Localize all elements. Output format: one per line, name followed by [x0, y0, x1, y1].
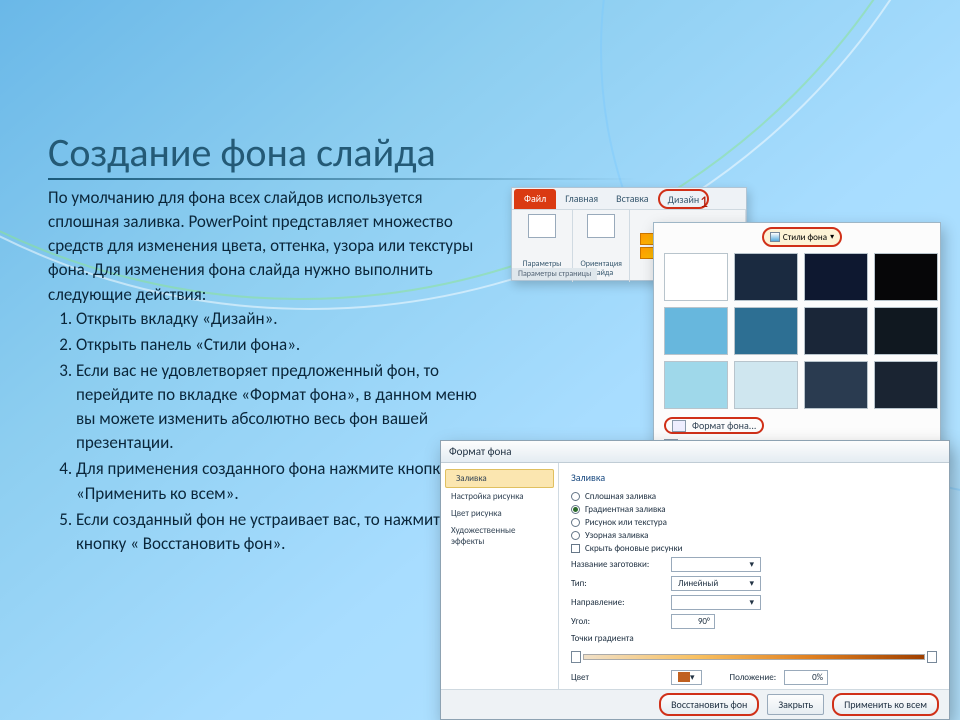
position-spinner[interactable]: 0% [784, 670, 828, 685]
radio-icon [571, 531, 580, 540]
styles-swatch-icon [770, 232, 780, 242]
type-value: Линейный [678, 578, 718, 589]
callout-1: 1 [700, 193, 708, 212]
orientation-icon[interactable] [587, 214, 615, 238]
style-swatch[interactable] [804, 253, 868, 301]
preset-select[interactable]: ▾ [671, 557, 761, 572]
intro-paragraph: По умолчанию для фона всех слайдов испол… [48, 186, 478, 307]
gradient-stop[interactable] [571, 651, 581, 663]
styles-button-label: Стили фона [783, 232, 827, 243]
ribbon-group-caption: Параметры страницы [512, 268, 597, 280]
color-swatch [678, 672, 690, 682]
step-1: Открыть вкладку «Дизайн». [76, 307, 478, 331]
chevron-down-icon: ▾ [749, 597, 754, 608]
title-underline [48, 178, 638, 180]
step-4: Для применения созданного фона нажмите к… [76, 457, 478, 505]
radio-label: Рисунок или текстура [585, 517, 667, 528]
format-background-link[interactable]: Формат фона... [664, 417, 764, 434]
radio-label: Узорная заливка [585, 530, 648, 541]
direction-label: Направление: [571, 597, 663, 608]
format-background-dialog: Формат фона Заливка Настройка рисунка Цв… [440, 440, 950, 720]
gradient-stop[interactable] [927, 651, 937, 663]
dialog-main: Заливка Сплошная заливка Градиентная зали… [559, 463, 949, 703]
page-params-icon[interactable] [528, 214, 556, 238]
tab-home[interactable]: Главная [556, 188, 607, 209]
preset-label: Название заготовки: [571, 559, 663, 570]
type-label: Тип: [571, 578, 663, 589]
fill-radio-1[interactable]: Градиентная заливка [571, 503, 937, 516]
nav-picture-corrections[interactable]: Настройка рисунка [441, 488, 558, 505]
step-2: Открыть панель «Стили фона». [76, 333, 478, 357]
style-swatch[interactable] [664, 361, 728, 409]
steps-list: Открыть вкладку «Дизайн». Открыть панель… [48, 307, 478, 556]
chevron-down-icon: ▾ [749, 578, 754, 589]
nav-fill[interactable]: Заливка [445, 469, 554, 488]
apply-all-button[interactable]: Применить ко всем [832, 693, 939, 716]
style-swatch[interactable] [804, 307, 868, 355]
ribbon-tabs: Файл Главная Вставка Дизайн [512, 188, 746, 210]
checkbox-icon [571, 544, 580, 553]
dialog-footer: Восстановить фон Закрыть Применить ко вс… [441, 689, 949, 719]
direction-select[interactable]: ▾ [671, 595, 761, 610]
style-swatch[interactable] [664, 307, 728, 355]
style-swatch[interactable] [874, 361, 938, 409]
step-5: Если созданный фон не устраивает вас, то… [76, 508, 478, 556]
styles-grid [664, 253, 938, 409]
radio-label: Градиентная заливка [585, 504, 666, 515]
step-3: Если вас не удовлетворяет предложенный ф… [76, 359, 478, 456]
gradient-bar[interactable] [583, 654, 925, 660]
hide-bg-label: Скрыть фоновые рисунки [585, 543, 683, 554]
radio-label: Сплошная заливка [585, 491, 656, 502]
section-title: Заливка [571, 471, 937, 484]
dialog-nav: Заливка Настройка рисунка Цвет рисунка Х… [441, 463, 559, 703]
style-swatch[interactable] [874, 307, 938, 355]
type-select[interactable]: Линейный ▾ [671, 576, 761, 591]
nav-picture-color[interactable]: Цвет рисунка [441, 505, 558, 522]
chevron-down-icon: ▾ [690, 672, 695, 683]
radio-icon [571, 492, 580, 501]
radio-icon [571, 505, 580, 514]
dialog-title: Формат фона [441, 441, 949, 463]
style-swatch[interactable] [734, 361, 798, 409]
chevron-down-icon: ▾ [749, 559, 754, 570]
body-text: По умолчанию для фона всех слайдов испол… [48, 186, 478, 558]
color-label: Цвет [571, 672, 663, 683]
fill-radio-3[interactable]: Узорная заливка [571, 529, 937, 542]
format-background-label: Формат фона... [692, 419, 756, 432]
style-swatch[interactable] [874, 253, 938, 301]
hide-bg-graphics[interactable]: Скрыть фоновые рисунки [571, 542, 937, 555]
position-label: Положение: [730, 672, 777, 683]
gradient-stops[interactable] [571, 650, 937, 664]
style-swatch[interactable] [804, 361, 868, 409]
fill-radio-0[interactable]: Сплошная заливка [571, 490, 937, 503]
style-swatch[interactable] [734, 307, 798, 355]
chevron-down-icon: ▾ [830, 232, 834, 242]
angle-spinner[interactable]: 90° [671, 614, 715, 629]
style-swatch[interactable] [734, 253, 798, 301]
bucket-icon [672, 420, 686, 432]
background-styles-button[interactable]: Стили фона ▾ [762, 227, 842, 247]
style-swatch[interactable] [664, 253, 728, 301]
background-styles-panel: Стили фона ▾ Формат фона... Восстановить… [653, 222, 941, 458]
angle-label: Угол: [571, 616, 663, 627]
color-select[interactable]: ▾ [671, 670, 702, 685]
fill-radio-2[interactable]: Рисунок или текстура [571, 516, 937, 529]
close-button[interactable]: Закрыть [767, 694, 824, 715]
radio-icon [571, 518, 580, 527]
page-title: Создание фона слайда [48, 128, 436, 177]
nav-artistic-effects[interactable]: Художественные эффекты [441, 522, 558, 550]
tab-insert[interactable]: Вставка [607, 188, 657, 209]
tab-file[interactable]: Файл [514, 189, 556, 209]
reset-background-button[interactable]: Восстановить фон [659, 693, 759, 716]
stops-label: Точки градиента [571, 633, 663, 644]
